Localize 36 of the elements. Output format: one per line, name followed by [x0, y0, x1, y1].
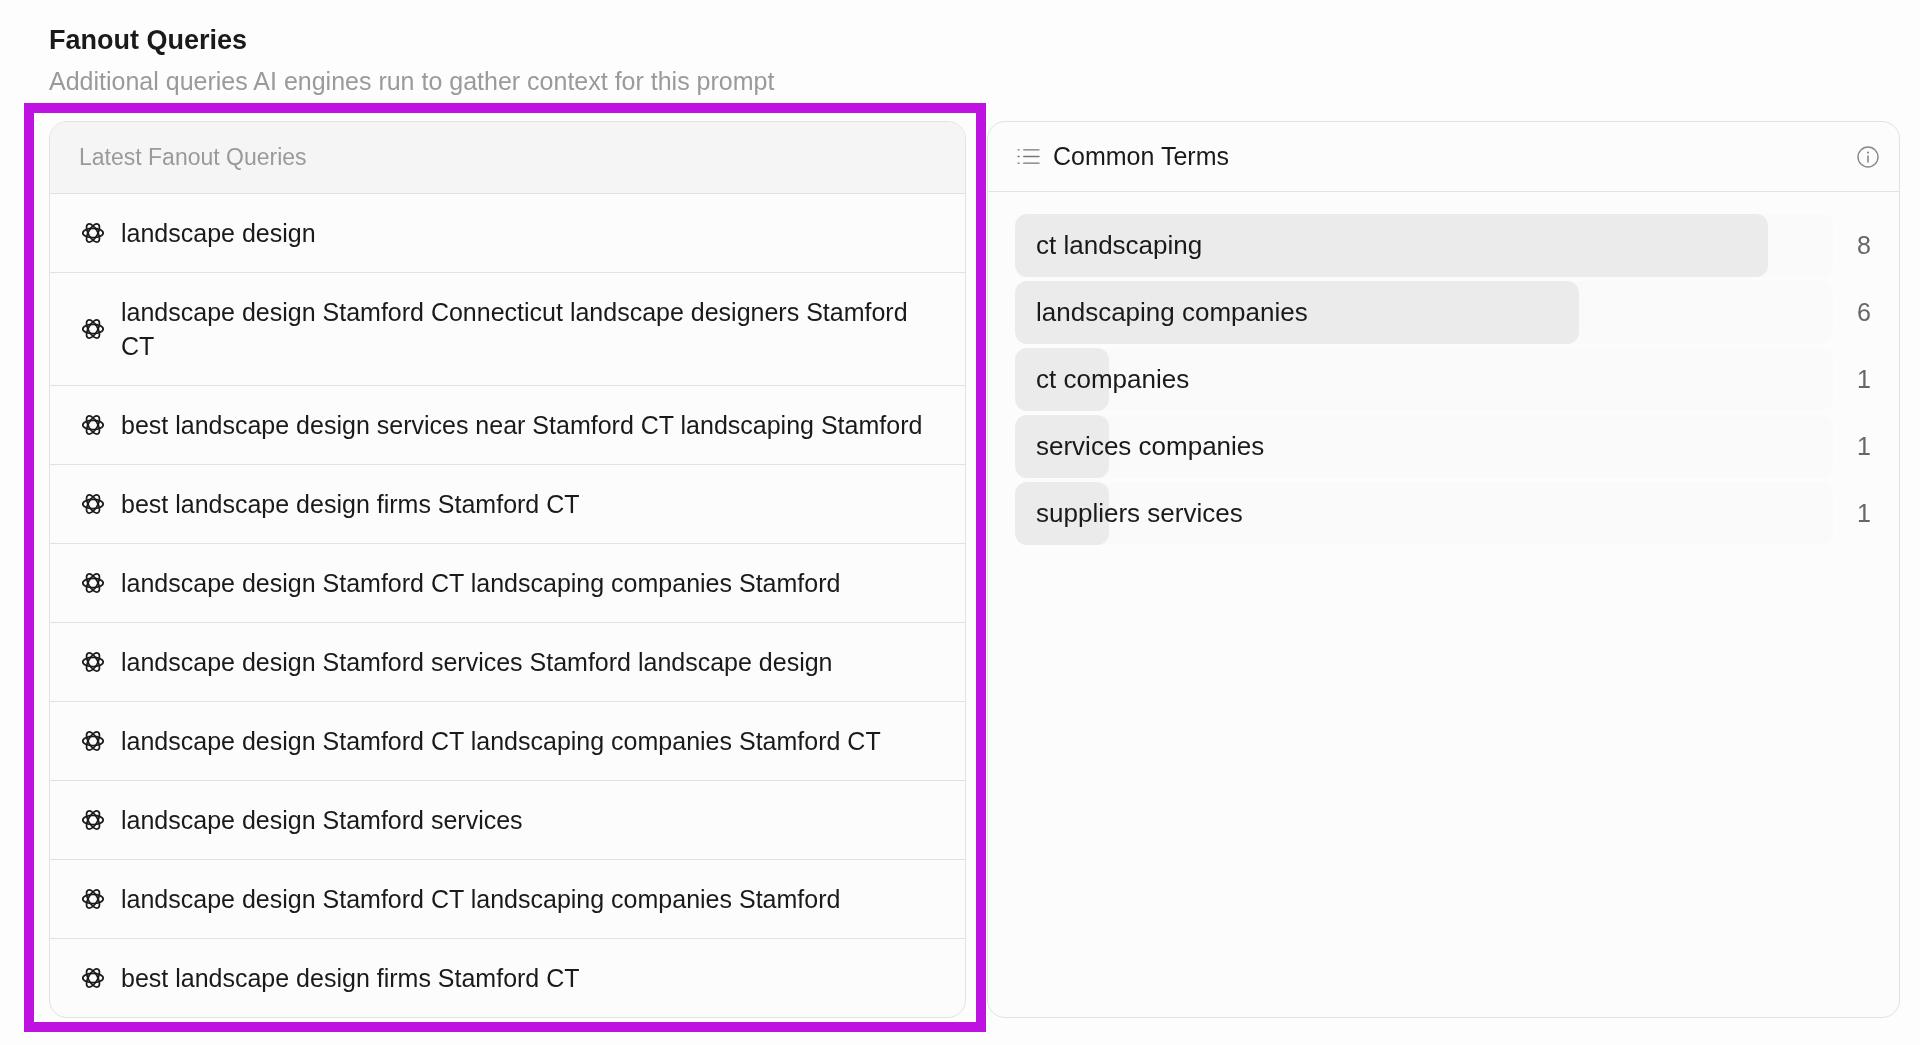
query-text: best landscape design services near Stamford CT landscaping Stamford — [121, 410, 923, 441]
section-subtitle: Additional queries AI engines run to gather context for this prompt — [49, 66, 775, 96]
query-text: landscape design Stamford CT landscaping companies Stamford CT — [121, 726, 881, 757]
atom-icon — [81, 221, 105, 245]
query-text: landscape design Stamford services Stamford landscape design — [121, 647, 833, 678]
list-icon — [1017, 147, 1040, 166]
term-label: suppliers services — [1035, 498, 1243, 529]
term-label: landscaping companies — [1035, 297, 1308, 328]
term-count: 6 — [1857, 298, 1871, 327]
atom-icon — [81, 966, 105, 990]
atom-icon — [81, 729, 105, 753]
section-title: Fanout Queries — [49, 24, 248, 56]
query-text: landscape design Stamford services — [121, 805, 523, 836]
atom-icon — [81, 808, 105, 832]
term-label: services companies — [1035, 431, 1265, 462]
atom-icon — [81, 317, 105, 341]
query-text: best landscape design firms Stamford CT — [121, 489, 580, 520]
term-count: 8 — [1857, 231, 1871, 260]
panel-title: Common Terms — [1053, 142, 1229, 171]
atom-icon — [81, 887, 105, 911]
term-label: ct landscaping — [1035, 230, 1203, 261]
atom-icon — [81, 413, 105, 437]
query-text: landscape design Stamford Connecticut landscape designers Stamford CT — [121, 297, 909, 362]
term-label: ct companies — [1035, 364, 1190, 395]
atom-icon — [81, 650, 105, 674]
query-text: landscape design Stamford CT landscaping companies Stamford — [121, 568, 841, 599]
atom-icon — [81, 492, 105, 516]
term-count: 1 — [1857, 365, 1871, 394]
list-header: Latest Fanout Queries — [50, 122, 965, 194]
info-icon[interactable] — [1857, 145, 1879, 168]
query-text: landscape design — [121, 218, 316, 249]
term-count: 1 — [1857, 499, 1871, 528]
atom-icon — [81, 571, 105, 595]
query-text: landscape design Stamford CT landscaping companies Stamford — [121, 884, 841, 915]
query-text: best landscape design firms Stamford CT — [121, 963, 580, 994]
term-count: 1 — [1857, 432, 1871, 461]
